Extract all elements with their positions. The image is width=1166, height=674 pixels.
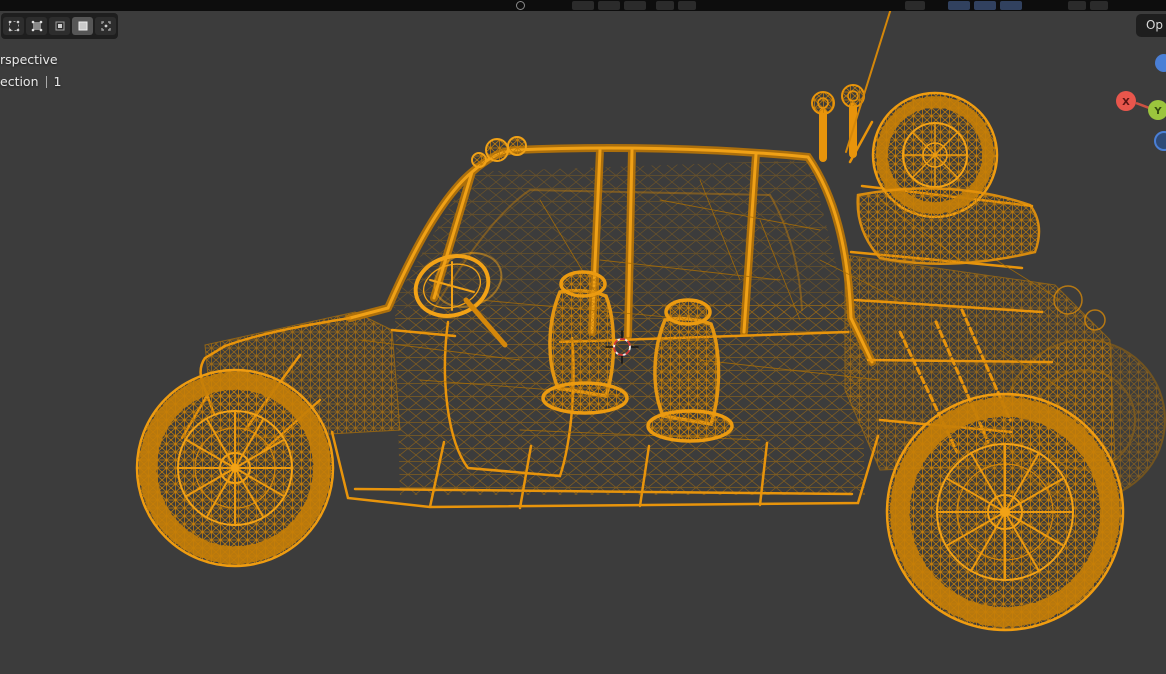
select-mode-icon-2[interactable]	[26, 17, 47, 35]
tool-settings-icon[interactable]	[572, 1, 594, 10]
svg-text:Y: Y	[1153, 106, 1162, 117]
cargo-bag[interactable]	[856, 187, 1041, 265]
select-mode-icon-5[interactable]	[95, 17, 116, 35]
gizmos-icon[interactable]	[1000, 1, 1022, 10]
select-mode-icon-3[interactable]	[49, 17, 70, 35]
select-mode-icon-4[interactable]	[72, 17, 93, 35]
pivot-icon[interactable]	[624, 1, 646, 10]
svg-text:X: X	[1122, 97, 1130, 108]
axis-z-neg-ball[interactable]	[1154, 131, 1166, 151]
snap-magnet-icon[interactable]	[656, 1, 674, 10]
collection-name: ection	[0, 74, 39, 89]
shading-rendered-icon[interactable]	[1090, 1, 1108, 10]
blender-viewport-window: Op rspective ection 1 X Y	[0, 0, 1166, 674]
select-mode-group	[1, 13, 118, 39]
shading-solid-icon[interactable]	[1068, 1, 1086, 10]
collection-number: 1	[53, 74, 62, 89]
axis-z-ball[interactable]	[1155, 54, 1166, 72]
orientation-icon[interactable]	[598, 1, 620, 10]
axis-x-ball[interactable]: X	[1116, 91, 1136, 111]
active-collection-label: ection 1	[0, 74, 61, 89]
options-button[interactable]: Op	[1135, 14, 1166, 37]
overlays-icon[interactable]	[948, 1, 970, 10]
axis-y-ball[interactable]: Y	[1148, 100, 1166, 120]
application-topbar	[0, 0, 1166, 11]
visibility-icon[interactable]	[905, 1, 925, 10]
rear-wheel[interactable]	[885, 392, 1125, 632]
view-perspective-label: rspective	[0, 52, 58, 67]
roof-lights[interactable]	[471, 136, 527, 168]
navigation-gizmo[interactable]: X Y	[1112, 48, 1166, 154]
proportional-edit-icon[interactable]	[678, 1, 696, 10]
front-wheel[interactable]	[135, 368, 335, 568]
divider	[45, 76, 47, 88]
select-mode-icon-1[interactable]	[3, 17, 24, 35]
xray-icon[interactable]	[974, 1, 996, 10]
mode-dropdown-icon[interactable]	[516, 1, 525, 10]
viewport-3d-scene[interactable]	[0, 0, 1166, 674]
